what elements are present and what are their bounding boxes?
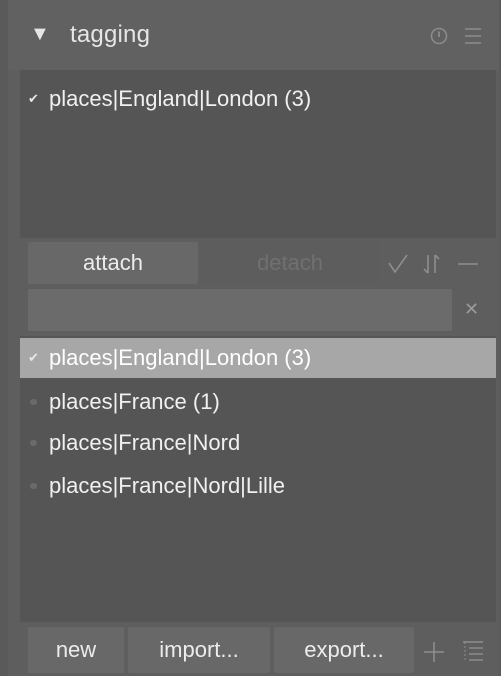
module-header[interactable]: ▼ tagging [8,0,499,70]
export-button[interactable]: export... [274,627,414,673]
plus-icon[interactable] [422,640,446,664]
detach-button[interactable]: detach [200,242,380,284]
tag-label: places|France|Nord [49,430,241,455]
tagging-module: ▼ tagging ✔ places|England|London (3) at… [8,0,499,676]
reset-icon[interactable] [428,25,450,47]
checkmark-icon: ✔ [28,350,39,365]
list-item[interactable]: ✔ places|England|London (3) [20,338,496,378]
hamburger-menu-icon[interactable] [462,26,484,46]
new-button[interactable]: new [28,627,124,673]
tag-label: places|England|London (3) [49,345,312,370]
sort-icon[interactable] [420,252,444,276]
checkmark-icon: ✔ [28,91,39,106]
unchecked-dot-icon [30,483,37,489]
tag-dictionary-list[interactable]: ✔ places|England|London (3) places|Franc… [20,336,496,622]
list-item[interactable]: places|France (1) [20,382,496,422]
checkmark-icon[interactable] [386,252,410,276]
tree-list-icon[interactable] [460,638,486,664]
tag-label: places|France (1) [49,389,220,414]
list-item[interactable]: places|France|Nord [20,423,496,463]
triangle-down-icon[interactable]: ▼ [30,24,50,44]
attached-tags-list[interactable]: ✔ places|England|London (3) [20,70,496,238]
tag-label: places|France|Nord|Lille [49,473,286,498]
tag-label: places|England|London (3) [49,86,312,111]
import-button[interactable]: import... [128,627,270,673]
module-title: tagging [70,21,151,48]
unchecked-dot-icon [30,440,37,446]
minus-icon[interactable] [456,252,480,276]
close-icon[interactable]: ✕ [464,300,479,318]
tag-entry-field[interactable] [28,289,452,331]
list-item[interactable]: places|France|Nord|Lille [20,466,496,506]
attach-button[interactable]: attach [28,242,198,284]
list-item[interactable]: ✔ places|England|London (3) [20,79,496,119]
unchecked-dot-icon [30,399,37,405]
